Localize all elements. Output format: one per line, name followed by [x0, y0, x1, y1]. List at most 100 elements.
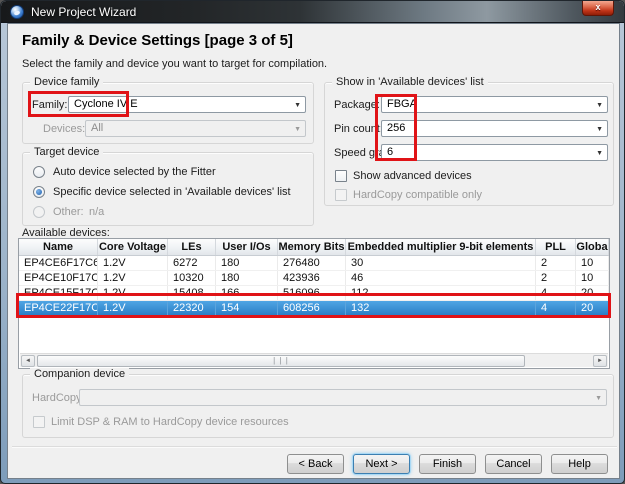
column-header[interactable]: Globa — [576, 239, 609, 255]
table-cell: 516096 — [278, 286, 346, 300]
chevron-down-icon: ▼ — [294, 122, 301, 137]
chevron-down-icon: ▼ — [595, 391, 602, 406]
table-cell: 4 — [536, 286, 576, 300]
help-button[interactable]: Help — [551, 454, 608, 474]
table-cell: 10 — [576, 271, 609, 285]
show-advanced-checkbox[interactable] — [335, 170, 347, 182]
package-label: Package: — [334, 99, 380, 111]
table-cell: 154 — [216, 301, 278, 315]
table-cell: 30 — [346, 256, 536, 270]
footer-buttons: < Back Next > Finish Cancel Help — [287, 454, 608, 474]
footer-separator — [12, 446, 617, 448]
scrollbar-thumb[interactable]: | | | — [37, 355, 525, 367]
column-header[interactable]: PLL — [536, 239, 576, 255]
table-cell: 180 — [216, 256, 278, 270]
devices-label: Devices: — [43, 123, 85, 135]
column-header[interactable]: User I/Os — [216, 239, 278, 255]
table-cell: EP4CE10F17C6 — [19, 271, 98, 285]
page-title: Family & Device Settings [page 3 of 5] — [22, 32, 293, 49]
family-value: Cyclone IV E — [74, 98, 138, 110]
devices-value: All — [91, 122, 103, 134]
table-cell: 180 — [216, 271, 278, 285]
family-dropdown[interactable]: Cyclone IV E ▼ — [68, 96, 306, 113]
radio-auto-device-label: Auto device selected by the Fitter — [53, 166, 216, 178]
table-cell: 10 — [576, 256, 609, 270]
group-title: Device family — [30, 76, 103, 88]
table-row[interactable]: EP4CE10F17C61.2V1032018042393646210 — [19, 271, 609, 286]
scroll-left-icon[interactable]: ◄ — [21, 355, 35, 367]
group-title: Target device — [30, 146, 103, 158]
radio-other-label: Other: — [53, 206, 84, 218]
table-row[interactable]: EP4CE22F17C61.2V22320154608256132420 — [19, 301, 609, 316]
horizontal-scrollbar[interactable]: ◄ | | | ► — [20, 353, 608, 367]
page-subtitle: Select the family and device you want to… — [22, 58, 327, 70]
table-cell: 112 — [346, 286, 536, 300]
table-cell: EP4CE15F17C6 — [19, 286, 98, 300]
group-title: Show in 'Available devices' list — [332, 76, 488, 88]
companion-device-group: Companion device HardCopy: ▼ Limit DSP &… — [22, 374, 614, 438]
table-cell: 423936 — [278, 271, 346, 285]
table-cell: 1.2V — [98, 256, 168, 270]
column-header[interactable]: Name — [19, 239, 98, 255]
column-header[interactable]: LEs — [168, 239, 216, 255]
radio-specific-device-label: Specific device selected in 'Available d… — [53, 186, 291, 198]
group-title: Companion device — [30, 368, 129, 380]
dialog-content: Family & Device Settings [page 3 of 5] S… — [7, 23, 620, 479]
table-cell: 20 — [576, 286, 609, 300]
new-project-wizard-window: New Project Wizard x Family & Device Set… — [0, 0, 625, 484]
hardcopy-compatible-label: HardCopy compatible only — [353, 189, 482, 201]
chevron-down-icon: ▼ — [596, 122, 603, 137]
table-cell: 10320 — [168, 271, 216, 285]
table-cell: 608256 — [278, 301, 346, 315]
titlebar[interactable]: New Project Wizard x — [1, 1, 624, 23]
table-cell: 1.2V — [98, 301, 168, 315]
cancel-button[interactable]: Cancel — [485, 454, 542, 474]
radio-specific-device[interactable] — [33, 186, 45, 198]
table-cell: 15408 — [168, 286, 216, 300]
limit-dsp-ram-checkbox — [33, 416, 45, 428]
table-cell: 276480 — [278, 256, 346, 270]
hardcopy-label: HardCopy: — [32, 392, 85, 404]
pin-count-dropdown[interactable]: 256 ▼ — [381, 120, 608, 137]
family-label: Family: — [32, 99, 67, 111]
table-header-row: NameCore VoltageLEsUser I/OsMemory BitsE… — [19, 239, 609, 256]
table-cell: 1.2V — [98, 286, 168, 300]
pin-count-label: Pin count: — [334, 123, 383, 135]
target-device-group: Target device Auto device selected by th… — [22, 152, 314, 226]
table-cell: 166 — [216, 286, 278, 300]
table-cell: 22320 — [168, 301, 216, 315]
table-cell: EP4CE22F17C6 — [19, 301, 98, 315]
radio-auto-device[interactable] — [33, 166, 45, 178]
available-devices-table: NameCore VoltageLEsUser I/OsMemory BitsE… — [18, 238, 610, 369]
package-dropdown[interactable]: FBGA ▼ — [381, 96, 608, 113]
table-cell: 2 — [536, 271, 576, 285]
table-row[interactable]: EP4CE6F17C61.2V627218027648030210 — [19, 256, 609, 271]
table-cell: 46 — [346, 271, 536, 285]
hardcopy-compatible-checkbox — [335, 189, 347, 201]
finish-button[interactable]: Finish — [419, 454, 476, 474]
table-cell: 6272 — [168, 256, 216, 270]
hardcopy-dropdown: ▼ — [79, 389, 607, 406]
column-header[interactable]: Embedded multiplier 9-bit elements — [346, 239, 536, 255]
column-header[interactable]: Memory Bits — [278, 239, 346, 255]
device-family-group: Device family Family: Cyclone IV E ▼ Dev… — [22, 82, 314, 144]
speed-grade-dropdown[interactable]: 6 ▼ — [381, 144, 608, 161]
pin-count-value: 256 — [387, 122, 405, 134]
table-row[interactable]: EP4CE15F17C61.2V15408166516096112420 — [19, 286, 609, 301]
quartus-app-icon — [10, 5, 24, 19]
radio-other-value: n/a — [89, 206, 104, 218]
column-header[interactable]: Core Voltage — [98, 239, 168, 255]
show-advanced-label: Show advanced devices — [353, 170, 472, 182]
package-value: FBGA — [387, 98, 417, 110]
devices-dropdown: All ▼ — [85, 120, 306, 137]
back-button[interactable]: < Back — [287, 454, 344, 474]
table-cell: EP4CE6F17C6 — [19, 256, 98, 270]
close-icon[interactable]: x — [582, 1, 614, 16]
chevron-down-icon: ▼ — [596, 98, 603, 113]
scroll-right-icon[interactable]: ► — [593, 355, 607, 367]
chevron-down-icon: ▼ — [596, 146, 603, 161]
limit-dsp-ram-label: Limit DSP & RAM to HardCopy device resou… — [51, 416, 289, 428]
next-button[interactable]: Next > — [353, 454, 410, 474]
radio-other — [33, 206, 45, 218]
table-cell: 2 — [536, 256, 576, 270]
